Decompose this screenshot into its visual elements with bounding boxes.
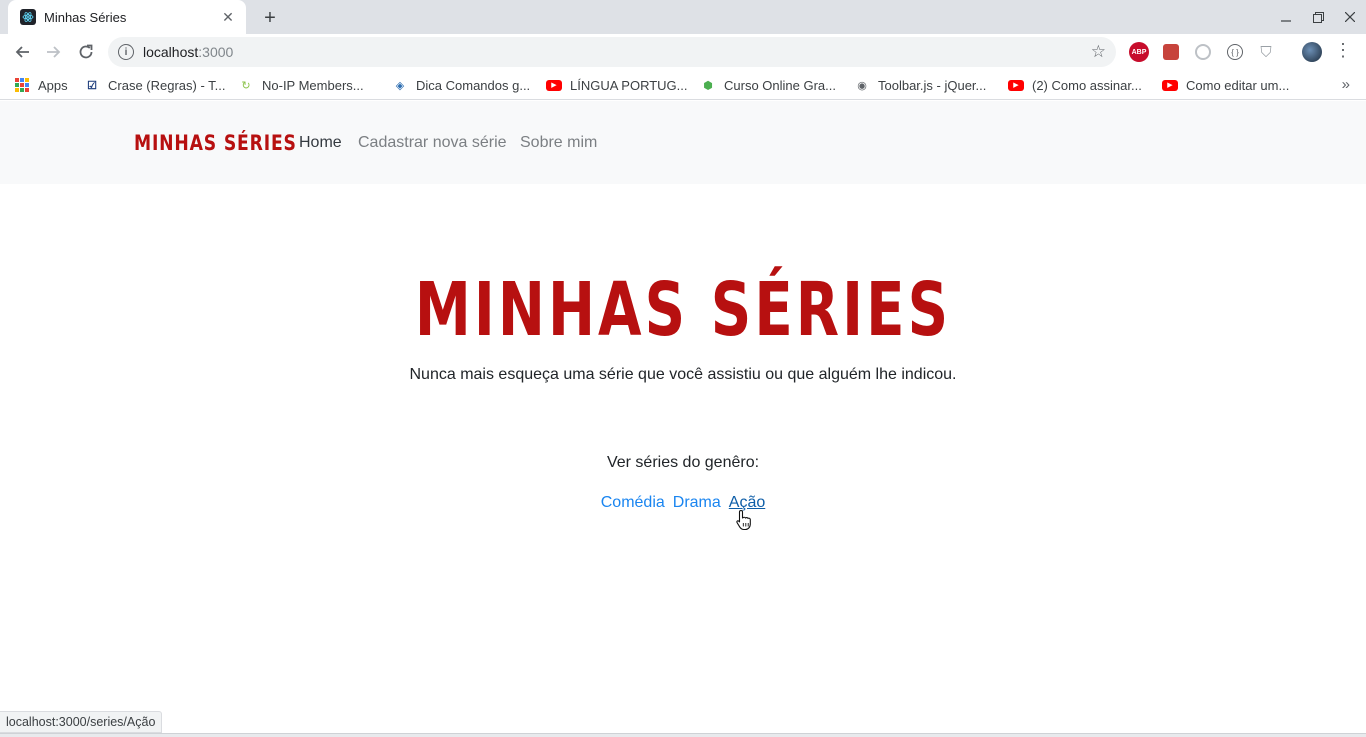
react-favicon-icon (20, 9, 36, 25)
bookmark-item[interactable]: ☑ Crase (Regras) - T... (84, 76, 226, 94)
browser-tab[interactable]: Minhas Séries ✕ (8, 0, 246, 34)
bookmark-label: Dica Comandos g... (416, 77, 531, 93)
nav-register-series[interactable]: Cadastrar nova série (358, 134, 507, 152)
youtube-icon: ▶ (1008, 79, 1024, 91)
bookmark-label: Apps (38, 77, 68, 93)
genre-link-comedia[interactable]: Comédia (601, 494, 665, 512)
youtube-icon: ▶ (1162, 79, 1178, 91)
genre-links: Comédia Drama Ação (0, 494, 1366, 512)
new-tab-button[interactable]: + (258, 6, 282, 30)
bookmark-item[interactable]: ⬢ Curso Online Gra... (700, 76, 836, 94)
bookmark-label: LÍNGUA PORTUG... (570, 77, 688, 93)
link-status-bar: localhost:3000/series/Ação (0, 711, 163, 733)
more-bookmarks-icon[interactable]: » (1342, 76, 1350, 93)
bookmark-label: Como editar um... (1186, 77, 1290, 93)
bookmark-item[interactable]: ▶ Como editar um... (1162, 76, 1289, 94)
window-bottom-edge (0, 733, 1366, 737)
shield-icon[interactable]: ⛉ (1256, 42, 1276, 62)
extension-ring-icon[interactable] (1195, 44, 1211, 60)
forward-arrow-icon[interactable] (41, 39, 67, 65)
nav-home[interactable]: Home (299, 134, 342, 152)
bookmark-label: Crase (Regras) - T... (108, 77, 226, 93)
bookmarks-bar: Apps ☑ Crase (Regras) - T... ↻ No-IP Mem… (0, 70, 1366, 100)
close-window-icon[interactable] (1334, 0, 1366, 34)
browser-menu-icon[interactable]: ⋮ (1334, 40, 1352, 61)
bookmark-item[interactable]: ↻ No-IP Members... (238, 76, 364, 94)
bookmark-item[interactable]: ▶ LÍNGUA PORTUG... (546, 76, 688, 94)
site-info-icon[interactable]: i (118, 44, 134, 60)
url-host: localhost (143, 44, 199, 60)
checkmark-icon: ☑ (87, 79, 97, 92)
bookmark-star-icon[interactable]: ☆ (1091, 42, 1106, 62)
extension-red-icon[interactable] (1163, 44, 1179, 60)
address-bar[interactable]: i localhost :3000 ☆ (108, 37, 1116, 67)
bookmark-label: Toolbar.js - jQuer... (878, 77, 987, 93)
browser-toolbar: i localhost :3000 ☆ ABP { } ⛉ ⋮ (0, 34, 1366, 70)
reload-icon[interactable] (73, 39, 99, 65)
globe-icon: ◉ (857, 79, 867, 92)
bookmark-label: (2) Como assinar... (1032, 77, 1142, 93)
brand-logo[interactable]: MINHAS SÉRIES (134, 131, 297, 155)
bookmark-item[interactable]: Apps (14, 76, 68, 94)
url-port: :3000 (198, 44, 234, 60)
genre-link-drama[interactable]: Drama (673, 494, 721, 512)
close-tab-icon[interactable]: ✕ (220, 9, 236, 25)
tab-strip: Minhas Séries ✕ + (0, 0, 1366, 34)
youtube-icon: ▶ (546, 79, 562, 91)
adblock-plus-icon[interactable]: ABP (1129, 42, 1149, 62)
extension-code-icon[interactable]: { } (1227, 44, 1243, 60)
bookmark-label: No-IP Members... (262, 77, 364, 93)
apps-grid-icon (14, 77, 30, 93)
site-navbar: MINHAS SÉRIES Home Cadastrar nova série … (0, 101, 1366, 184)
diamond-icon: ◈ (395, 79, 405, 92)
bookmark-item[interactable]: ▶ (2) Como assinar... (1008, 76, 1142, 94)
genre-label: Ver séries do genêro: (606, 454, 760, 471)
no-ip-icon: ↻ (241, 79, 251, 92)
nav-about[interactable]: Sobre mim (520, 134, 597, 152)
tab-title: Minhas Séries (44, 9, 127, 25)
hexagon-icon: ⬢ (703, 79, 713, 92)
window-controls (1270, 0, 1366, 34)
bookmark-label: Curso Online Gra... (724, 77, 836, 93)
profile-avatar[interactable] (1302, 42, 1322, 62)
hand-cursor-icon (736, 509, 751, 531)
back-arrow-icon[interactable] (9, 39, 35, 65)
hero-subtitle: Nunca mais esqueça uma série que você as… (409, 366, 957, 383)
hero-title: MINHAS SÉRIES (414, 267, 952, 353)
bookmark-item[interactable]: ◈ Dica Comandos g... (392, 76, 530, 94)
restore-icon[interactable] (1302, 0, 1334, 34)
bookmark-item[interactable]: ◉ Toolbar.js - jQuer... (854, 76, 986, 94)
minimize-icon[interactable] (1270, 0, 1302, 34)
